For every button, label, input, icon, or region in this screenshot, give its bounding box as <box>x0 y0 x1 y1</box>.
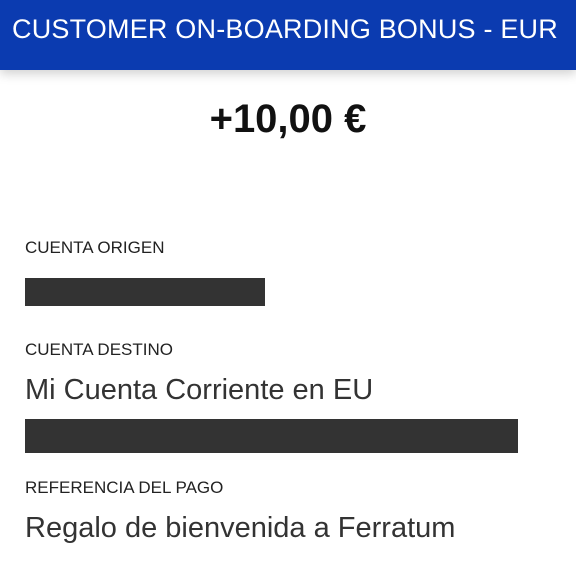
destination-account-redacted <box>25 419 518 453</box>
source-account-redacted <box>25 278 265 306</box>
header-bar: CUSTOMER ON-BOARDING BONUS - EUR <box>0 0 576 70</box>
page-title: CUSTOMER ON-BOARDING BONUS - EUR <box>12 14 558 44</box>
payment-reference-value: Regalo de bienvenida a Ferratum <box>25 512 456 544</box>
payment-reference-label: REFERENCIA DEL PAGO <box>25 478 224 497</box>
transaction-amount: +10,00 € <box>209 97 367 141</box>
source-account-label: CUENTA ORIGEN <box>25 238 165 257</box>
transaction-detail-screen: CUSTOMER ON-BOARDING BONUS - EUR +10,00 … <box>0 0 576 570</box>
destination-account-name: Mi Cuenta Corriente en EU <box>25 374 374 406</box>
destination-account-label: CUENTA DESTINO <box>25 340 173 359</box>
